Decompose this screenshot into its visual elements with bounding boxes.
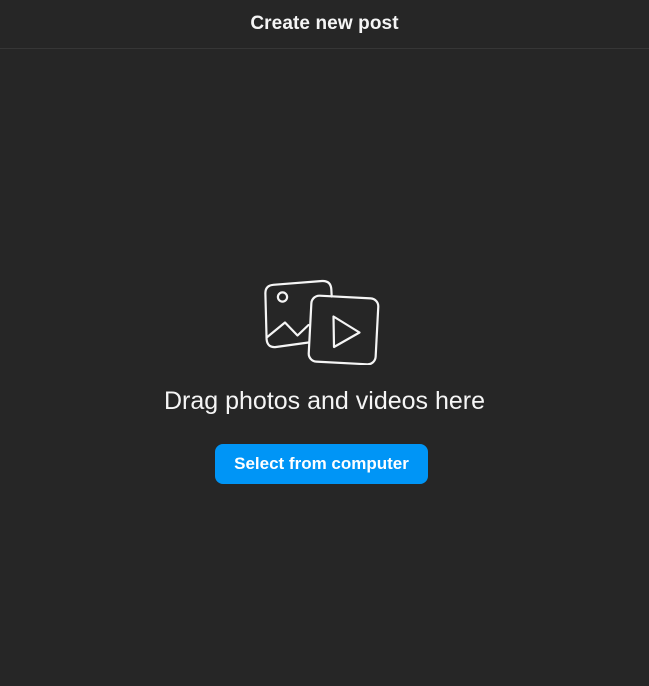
photo-mountain: [266, 321, 310, 339]
create-post-dialog: Create new post Drag photos and videos h…: [0, 0, 649, 686]
select-from-computer-button[interactable]: Select from computer: [215, 444, 428, 484]
dropzone[interactable]: Drag photos and videos here Select from …: [0, 49, 649, 686]
dialog-title: Create new post: [250, 13, 399, 34]
photo-sun: [276, 291, 289, 303]
play-triangle: [332, 315, 361, 349]
video-frame: [307, 294, 380, 365]
photo-video-icon: [264, 279, 380, 365]
drop-instructions: Drag photos and videos here: [163, 387, 486, 415]
dialog-header: Create new post: [0, 0, 649, 49]
photo-frame: [264, 279, 333, 349]
